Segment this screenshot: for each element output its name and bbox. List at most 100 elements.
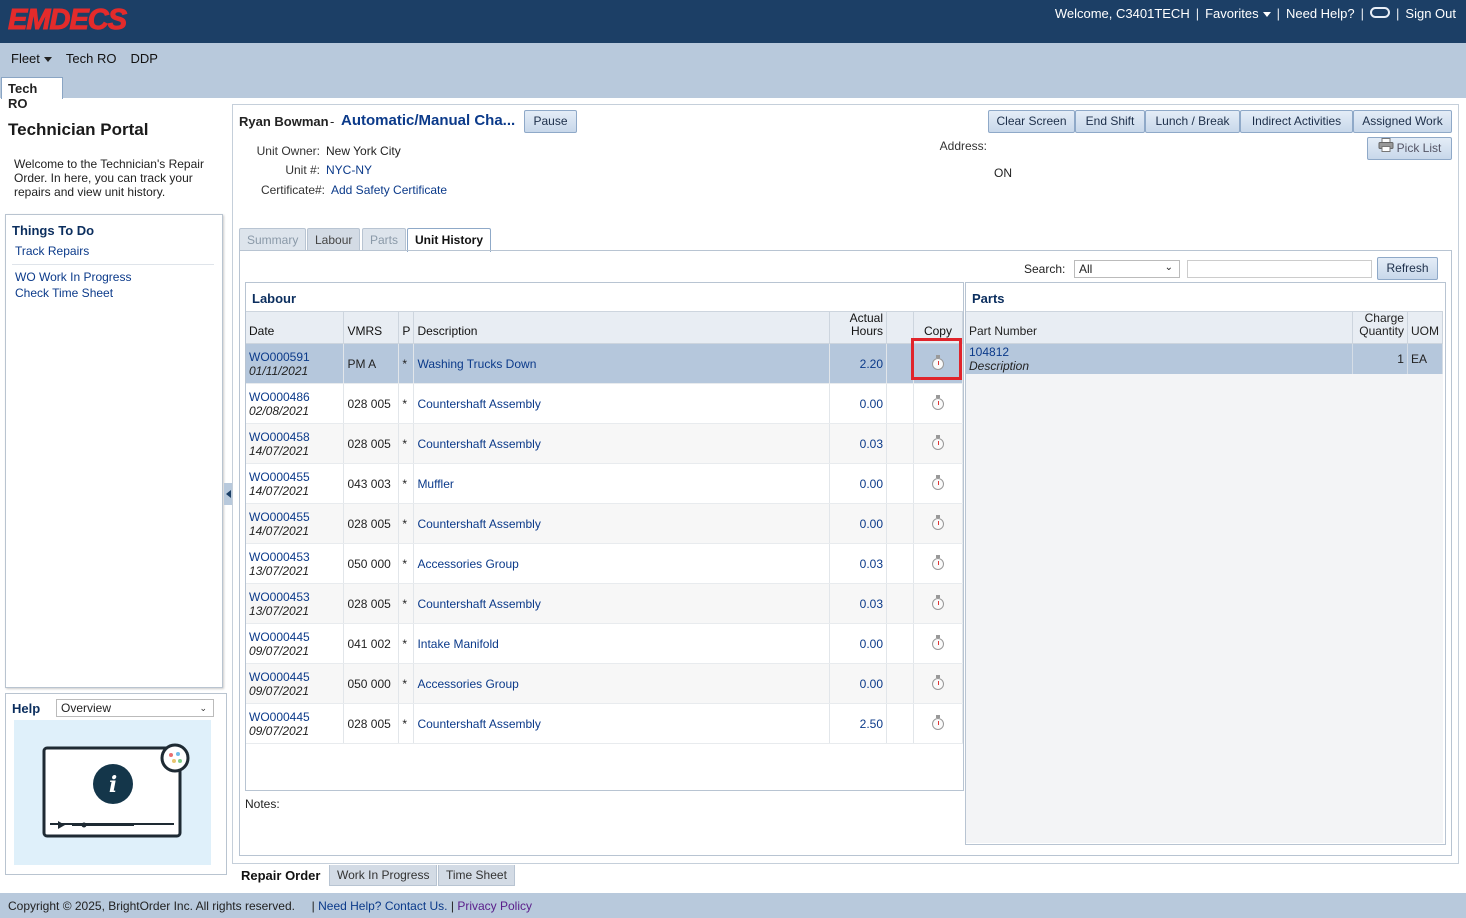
description-cell: Countershaft Assembly [413, 383, 831, 424]
work-order-link[interactable]: WO000445 [249, 630, 340, 644]
pause-button[interactable]: Pause [524, 110, 577, 133]
description-link[interactable]: Countershaft Assembly [417, 717, 540, 731]
need-help-link[interactable]: Need Help? [1286, 6, 1355, 21]
tab-summary[interactable]: Summary [239, 228, 307, 251]
tab-time-sheet[interactable]: Time Sheet [438, 865, 515, 886]
help-topic-select[interactable]: Overview ⌄ [56, 699, 214, 717]
hours-cell[interactable]: 0.03 [829, 543, 887, 584]
work-order-link[interactable]: WO000445 [249, 710, 340, 724]
copy-timer-icon[interactable] [931, 594, 944, 610]
work-order-link[interactable]: WO000453 [249, 550, 340, 564]
unit-number-link[interactable]: NYC-NY [326, 163, 372, 177]
tab-labour[interactable]: Labour [307, 228, 361, 251]
hours-cell[interactable]: 0.00 [829, 623, 887, 664]
indirect-activities-button[interactable]: Indirect Activities [1240, 110, 1353, 133]
labour-row[interactable]: WO000445 09/07/2021 041 002 * Intake Manifol… [246, 623, 964, 664]
labour-row[interactable]: WO000453 13/07/2021 028 005 * Countershaft A… [246, 583, 964, 624]
description-link[interactable]: Countershaft Assembly [417, 397, 540, 411]
copy-timer-icon[interactable] [931, 714, 944, 730]
tab-parts[interactable]: Parts [362, 228, 407, 251]
page-tab-tech-ro[interactable]: Tech RO [1, 77, 63, 111]
add-safety-certificate-link[interactable]: Add Safety Certificate [331, 183, 447, 197]
work-order-link[interactable]: WO000591 [249, 350, 340, 364]
col-uom[interactable]: UOM [1407, 311, 1444, 344]
col-description[interactable]: Description [413, 311, 831, 344]
date-cell: WO000455 14/07/2021 [246, 503, 345, 544]
part-number-link[interactable]: 104812 [969, 345, 1349, 359]
work-order-date: 14/07/2021 [249, 443, 310, 458]
hours-cell[interactable]: 0.00 [829, 663, 887, 704]
hours-cell[interactable]: 0.00 [829, 463, 887, 504]
copy-timer-icon[interactable] [931, 514, 944, 530]
track-repairs-link[interactable]: Track Repairs [15, 244, 89, 258]
work-order-link[interactable]: WO000486 [249, 390, 340, 404]
menu-fleet-label: Fleet [11, 50, 40, 66]
labour-row[interactable]: WO000458 14/07/2021 028 005 * Countershaft A… [246, 423, 964, 464]
labour-row[interactable]: WO000455 14/07/2021 043 003 * Muffler 0.00 [246, 463, 964, 504]
help-video-illustration[interactable]: i [14, 720, 211, 865]
col-date[interactable]: Date [246, 311, 345, 344]
labour-row[interactable]: WO000455 14/07/2021 028 005 * Countershaft A… [246, 503, 964, 544]
tab-work-in-progress[interactable]: Work In Progress [329, 865, 438, 886]
favorites-menu[interactable]: Favorites [1205, 6, 1271, 21]
description-link[interactable]: Accessories Group [417, 677, 518, 691]
work-order-link[interactable]: WO000455 [249, 510, 340, 524]
description-link[interactable]: Intake Manifold [417, 637, 498, 651]
emdecs-logo[interactable]: EMDECS [7, 4, 127, 37]
hours-cell[interactable]: 2.20 [829, 343, 887, 384]
hours-cell[interactable]: 0.00 [829, 383, 887, 424]
menu-tech-ro[interactable]: Tech RO [66, 51, 117, 66]
end-shift-button[interactable]: End Shift [1075, 110, 1145, 133]
description-link[interactable]: Countershaft Assembly [417, 517, 540, 531]
labour-row[interactable]: WO000445 09/07/2021 028 005 * Countershaft A… [246, 703, 964, 744]
privacy-policy-link[interactable]: Privacy Policy [457, 899, 532, 913]
refresh-button[interactable]: Refresh [1377, 257, 1438, 280]
pick-list-button[interactable]: Pick List [1367, 137, 1452, 160]
main-menu: Fleet Tech RO DDP [0, 43, 1466, 73]
work-order-link[interactable]: WO000458 [249, 430, 340, 444]
hours-cell[interactable]: 0.03 [829, 423, 887, 464]
hours-cell[interactable]: 0.00 [829, 503, 887, 544]
labour-row[interactable]: WO000486 02/08/2021 028 005 * Countershaft A… [246, 383, 964, 424]
labour-row[interactable]: WO000591 01/11/2021 PM A * Washing Trucks Do… [246, 343, 964, 384]
work-order-link[interactable]: WO000453 [249, 590, 340, 604]
labour-row[interactable]: WO000453 13/07/2021 050 000 * Accessories Gr… [246, 543, 964, 584]
description-link[interactable]: Countershaft Assembly [417, 597, 540, 611]
description-link[interactable]: Muffler [417, 477, 453, 491]
col-p[interactable]: P [398, 311, 415, 344]
wo-work-in-progress-link[interactable]: WO Work In Progress [15, 270, 131, 284]
labour-row[interactable]: WO000445 09/07/2021 050 000 * Accessories Gr… [246, 663, 964, 704]
copy-timer-icon[interactable] [931, 634, 944, 650]
col-part-number[interactable]: Part Number [966, 311, 1354, 344]
copy-timer-icon[interactable] [931, 474, 944, 490]
copy-timer-icon[interactable] [931, 674, 944, 690]
description-link[interactable]: Washing Trucks Down [417, 357, 536, 371]
work-order-link[interactable]: WO000455 [249, 470, 340, 484]
tab-unit-history[interactable]: Unit History [407, 228, 492, 252]
hours-cell[interactable]: 0.03 [829, 583, 887, 624]
assigned-work-button[interactable]: Assigned Work [1353, 110, 1452, 133]
clear-screen-button[interactable]: Clear Screen [988, 110, 1075, 133]
sign-out-link[interactable]: Sign Out [1405, 6, 1456, 21]
tab-repair-order[interactable]: Repair Order [234, 865, 328, 886]
contact-us-link[interactable]: Need Help? Contact Us. [318, 899, 447, 913]
check-time-sheet-link[interactable]: Check Time Sheet [15, 286, 113, 300]
parts-row[interactable]: 104812 Description 1 EA [966, 343, 1444, 374]
menu-ddp[interactable]: DDP [130, 51, 157, 66]
work-order-link[interactable]: WO000445 [249, 670, 340, 684]
lunch-break-button[interactable]: Lunch / Break [1145, 110, 1240, 133]
menu-fleet[interactable]: Fleet [11, 51, 52, 66]
copy-timer-icon[interactable] [931, 394, 944, 410]
copy-timer-icon[interactable] [931, 434, 944, 450]
search-input[interactable] [1187, 260, 1372, 278]
search-filter-select[interactable]: All ⌄ [1074, 260, 1180, 278]
col-charge-quantity[interactable]: Charge Quantity [1352, 311, 1408, 344]
col-actual-hours[interactable]: Actual Hours [829, 311, 887, 344]
hours-cell[interactable]: 2.50 [829, 703, 887, 744]
chat-icon[interactable] [1370, 7, 1391, 18]
col-vmrs[interactable]: VMRS [343, 311, 400, 344]
description-link[interactable]: Countershaft Assembly [417, 437, 540, 451]
copy-timer-icon[interactable] [931, 554, 944, 570]
separator: | [1276, 6, 1280, 21]
description-link[interactable]: Accessories Group [417, 557, 518, 571]
